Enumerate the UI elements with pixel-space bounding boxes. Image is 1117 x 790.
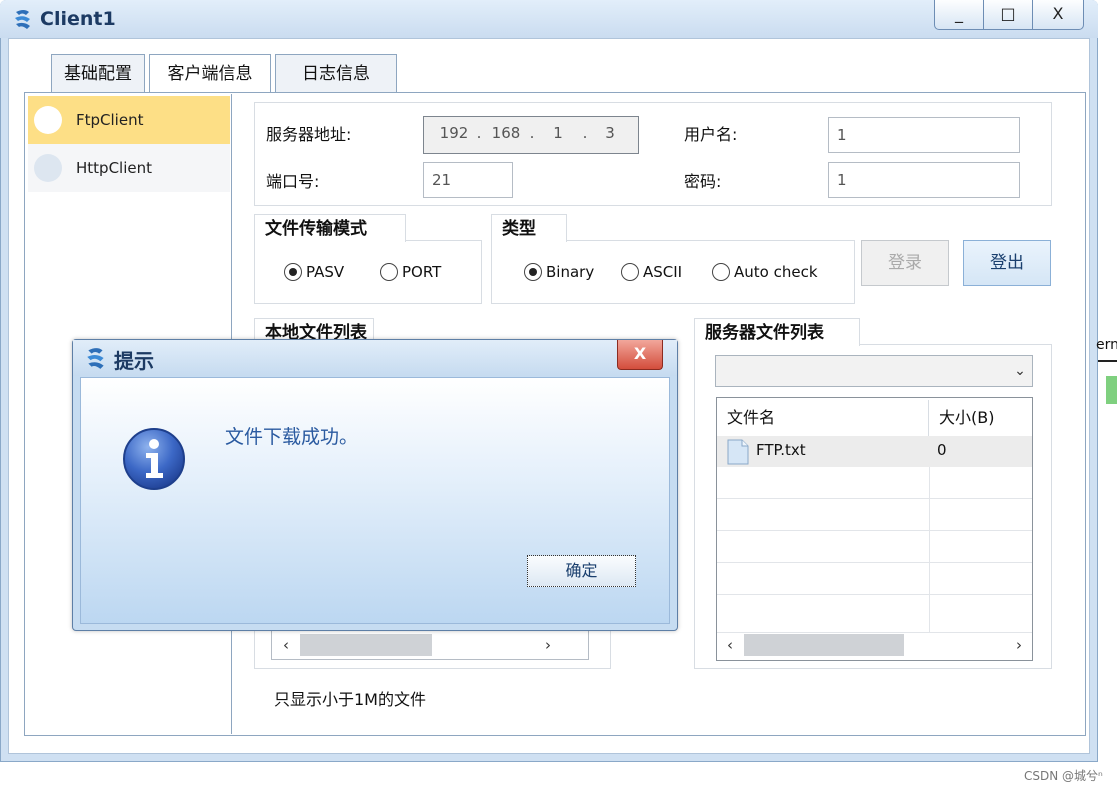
radio-label: PASV <box>306 263 345 281</box>
file-size-cell: 0 <box>937 441 947 459</box>
radio-ascii[interactable]: ASCII <box>621 262 682 282</box>
radio-binary[interactable]: Binary <box>524 262 594 282</box>
tab-basic-config[interactable]: 基础配置 <box>51 54 145 92</box>
dialog-titlebar[interactable] <box>73 340 677 376</box>
login-button[interactable]: 登录 <box>861 240 949 286</box>
scroll-left-arrow-icon[interactable]: ‹ <box>276 633 296 657</box>
sidebar-item-ftpclient[interactable]: FtpClient <box>28 96 230 144</box>
file-name-cell: FTP.txt <box>756 441 806 459</box>
ip-octet-2[interactable]: 168 <box>488 124 524 142</box>
http-client-icon <box>34 154 62 182</box>
table-gridline <box>717 498 1032 499</box>
sidebar-item-label: HttpClient <box>76 159 152 177</box>
radio-unchecked-icon <box>712 263 730 281</box>
dialog-title: 提示 <box>114 349 154 373</box>
file-size-note: 只显示小于1M的文件 <box>274 690 426 709</box>
port-input[interactable]: 21 <box>423 162 513 198</box>
radio-unchecked-icon <box>380 263 398 281</box>
scroll-right-arrow-icon[interactable]: › <box>1009 633 1029 657</box>
radio-checked-icon <box>524 263 542 281</box>
radio-label: Auto check <box>734 263 818 281</box>
column-header-filename[interactable]: 文件名 <box>717 400 929 436</box>
ip-octet-1[interactable]: 192 <box>436 124 472 142</box>
minimize-button[interactable]: _ <box>934 0 984 30</box>
radio-label: PORT <box>402 263 442 281</box>
background-device-icon <box>1106 376 1117 404</box>
dialog-message: 文件下载成功。 <box>225 426 359 448</box>
radio-pasv[interactable]: PASV <box>284 262 344 282</box>
ip-separator: . <box>582 124 588 142</box>
table-gridline <box>717 530 1032 531</box>
scroll-left-arrow-icon[interactable]: ‹ <box>720 633 740 657</box>
ip-separator: . <box>476 124 482 142</box>
radio-label: ASCII <box>643 263 683 281</box>
file-icon <box>727 439 749 465</box>
table-gridline <box>717 594 1032 595</box>
table-column-divider <box>929 467 930 635</box>
radio-checked-icon <box>284 263 302 281</box>
transfer-mode-title: 文件传输模式 <box>254 214 406 242</box>
local-scroll-thumb[interactable] <box>300 634 432 656</box>
table-gridline <box>717 562 1032 563</box>
type-title: 类型 <box>491 214 567 242</box>
dialog-close-button[interactable]: X <box>617 340 663 370</box>
chevron-down-icon[interactable]: ⌄ <box>1010 360 1030 382</box>
server-file-list-title: 服务器文件列表 <box>694 318 860 346</box>
port-label: 端口号: <box>266 172 320 191</box>
username-input[interactable]: 1 <box>828 117 1020 153</box>
background-topology-label: ern <box>1096 337 1117 353</box>
radio-unchecked-icon <box>621 263 639 281</box>
ip-separator: . <box>529 124 535 142</box>
tab-log-info[interactable]: 日志信息 <box>275 54 397 92</box>
ftp-client-icon <box>34 106 62 134</box>
close-window-button[interactable]: X <box>1032 0 1084 30</box>
password-label: 密码: <box>684 172 722 191</box>
server-directory-select[interactable] <box>715 355 1033 387</box>
radio-auto-check[interactable]: Auto check <box>712 262 818 282</box>
radio-port[interactable]: PORT <box>380 262 441 282</box>
app-logo-icon <box>87 348 104 369</box>
username-label: 用户名: <box>684 125 738 144</box>
maximize-button[interactable]: □ <box>983 0 1033 30</box>
sidebar-item-httpclient[interactable]: HttpClient <box>28 144 230 192</box>
ip-octet-4[interactable]: 3 <box>592 124 628 142</box>
tab-client-info[interactable]: 客户端信息 <box>149 54 271 94</box>
info-icon <box>123 428 185 490</box>
logout-button[interactable]: 登出 <box>963 240 1051 286</box>
password-input[interactable]: 1 <box>828 162 1020 198</box>
app-logo-icon <box>15 10 30 29</box>
scroll-right-arrow-icon[interactable]: › <box>538 633 558 657</box>
server-address-label: 服务器地址: <box>266 125 352 144</box>
background-connector-line <box>1098 360 1117 362</box>
radio-label: Binary <box>546 263 595 281</box>
window-title: Client1 <box>40 8 116 30</box>
watermark: CSDN @城兮ⁿ <box>1024 769 1103 783</box>
server-scroll-thumb[interactable] <box>744 634 904 656</box>
sidebar-item-label: FtpClient <box>76 111 144 129</box>
column-header-size[interactable]: 大小(B) <box>929 400 1032 436</box>
ip-octet-3[interactable]: 1 <box>540 124 576 142</box>
ok-button[interactable]: 确定 <box>527 555 636 587</box>
